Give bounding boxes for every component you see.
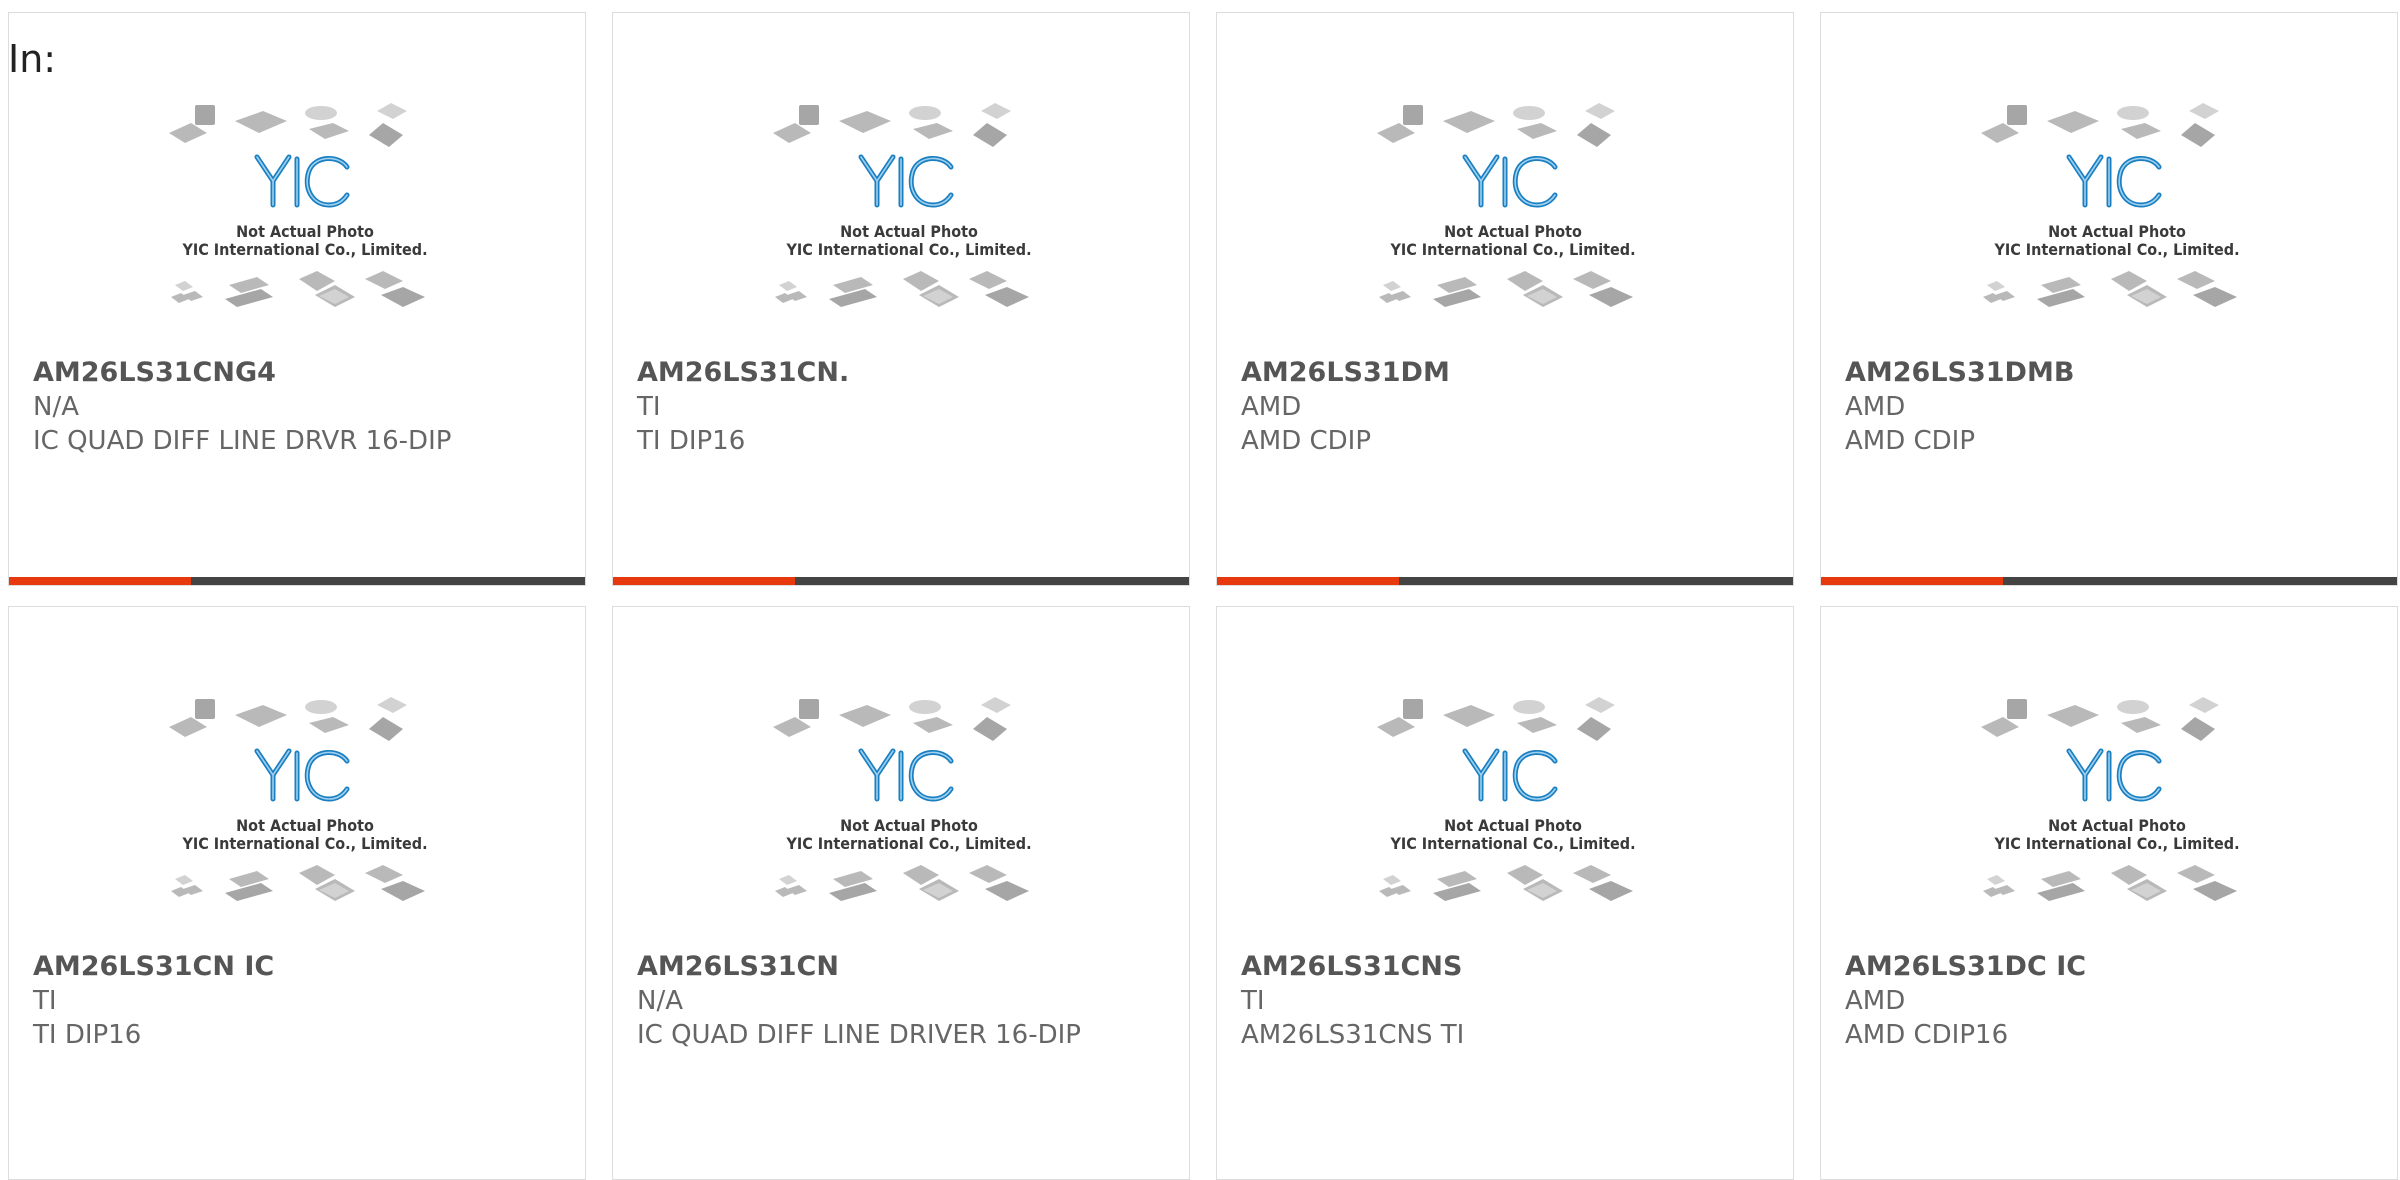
card-bottom-bar (613, 577, 1189, 585)
yic-logo-icon (858, 154, 954, 208)
placeholder-line-2: YIC International Co., Limited. (1389, 240, 1635, 259)
placeholder-line-2: YIC International Co., Limited. (181, 240, 427, 259)
placeholder-line-2: YIC International Co., Limited. (785, 240, 1031, 259)
product-photo-placeholder: Not Actual Photo YIC International Co., … (1981, 103, 2240, 307)
product-description: TI DIP16 (33, 1020, 142, 1050)
product-grid: Not Actual Photo YIC International Co., … (8, 12, 2400, 1180)
product-info: AM26LS31DMB AMD AMD CDIP (1845, 356, 2373, 458)
placeholder-line-2: YIC International Co., Limited. (1389, 834, 1635, 853)
product-card[interactable]: Not Actual Photo YIC International Co., … (8, 606, 586, 1180)
chip-cluster-top-icon (169, 697, 407, 741)
product-part-number[interactable]: AM26LS31DM (1241, 356, 1769, 390)
product-part-number[interactable]: AM26LS31CNS (1241, 950, 1769, 984)
product-manufacturer: AMD (1241, 392, 1302, 422)
yic-logo-icon (1462, 154, 1558, 208)
in-label: In: (8, 37, 57, 81)
placeholder-line-2: YIC International Co., Limited. (1993, 240, 2239, 259)
placeholder-line-1: Not Actual Photo (1444, 816, 1582, 835)
chip-cluster-top-icon (169, 103, 407, 147)
product-description: IC QUAD DIFF LINE DRIVER 16-DIP (637, 1020, 1081, 1050)
product-description: TI DIP16 (637, 426, 746, 456)
card-accent-bar (613, 577, 795, 585)
chip-cluster-bottom-icon (1379, 271, 1633, 307)
placeholder-line-1: Not Actual Photo (2048, 816, 2186, 835)
product-photo-placeholder: Not Actual Photo YIC International Co., … (169, 103, 428, 307)
chip-cluster-top-icon (1377, 103, 1615, 147)
card-accent-bar (1821, 577, 2003, 585)
chip-cluster-top-icon (773, 697, 1011, 741)
product-part-number[interactable]: AM26LS31CNG4 (33, 356, 561, 390)
product-part-number[interactable]: AM26LS31DMB (1845, 356, 2373, 390)
product-manufacturer: AMD (1845, 986, 1906, 1016)
card-bottom-bar (1217, 577, 1793, 585)
product-card[interactable]: Not Actual Photo YIC International Co., … (612, 606, 1190, 1180)
chip-cluster-bottom-icon (1379, 865, 1633, 901)
card-bottom-bar (1821, 577, 2397, 585)
product-description: AM26LS31CNS TI (1241, 1020, 1465, 1050)
chip-cluster-top-icon (773, 103, 1011, 147)
yic-logo-icon (1462, 748, 1558, 802)
chip-cluster-top-icon (1981, 103, 2219, 147)
chip-cluster-bottom-icon (775, 865, 1029, 901)
chip-cluster-top-icon (1981, 697, 2219, 741)
product-photo-placeholder: Not Actual Photo YIC International Co., … (1981, 697, 2240, 901)
card-accent-bar (9, 577, 191, 585)
product-description: AMD CDIP16 (1845, 1020, 2009, 1050)
placeholder-line-1: Not Actual Photo (840, 222, 978, 241)
product-info: AM26LS31DC IC AMD AMD CDIP16 (1845, 950, 2373, 1052)
placeholder-line-1: Not Actual Photo (840, 816, 978, 835)
product-part-number[interactable]: AM26LS31CN (637, 950, 1165, 984)
product-info: AM26LS31CN IC TI TI DIP16 (33, 950, 561, 1052)
product-photo-placeholder: Not Actual Photo YIC International Co., … (1377, 697, 1636, 901)
product-manufacturer: N/A (33, 392, 79, 422)
product-manufacturer: TI (1241, 986, 1265, 1016)
product-part-number[interactable]: AM26LS31CN IC (33, 950, 561, 984)
placeholder-line-1: Not Actual Photo (236, 816, 374, 835)
product-card[interactable]: Not Actual Photo YIC International Co., … (8, 12, 586, 586)
product-manufacturer: TI (33, 986, 57, 1016)
product-manufacturer: TI (637, 392, 661, 422)
chip-cluster-bottom-icon (171, 865, 425, 901)
chip-cluster-bottom-icon (775, 271, 1029, 307)
product-info: AM26LS31CNG4 N/A IC QUAD DIFF LINE DRVR … (33, 356, 561, 458)
product-manufacturer: AMD (1845, 392, 1906, 422)
yic-logo-icon (2066, 154, 2162, 208)
product-card[interactable]: Not Actual Photo YIC International Co., … (1820, 12, 2398, 586)
placeholder-line-1: Not Actual Photo (236, 222, 374, 241)
placeholder-line-1: Not Actual Photo (1444, 222, 1582, 241)
product-card[interactable]: Not Actual Photo YIC International Co., … (612, 12, 1190, 586)
chip-cluster-bottom-icon (1983, 271, 2237, 307)
chip-cluster-bottom-icon (171, 271, 425, 307)
product-photo-placeholder: Not Actual Photo YIC International Co., … (773, 697, 1032, 901)
product-info: AM26LS31CN N/A IC QUAD DIFF LINE DRIVER … (637, 950, 1165, 1052)
product-description: IC QUAD DIFF LINE DRVR 16-DIP (33, 426, 452, 456)
product-photo-placeholder: Not Actual Photo YIC International Co., … (1377, 103, 1636, 307)
product-info: AM26LS31DM AMD AMD CDIP (1241, 356, 1769, 458)
placeholder-line-2: YIC International Co., Limited. (785, 834, 1031, 853)
product-part-number[interactable]: AM26LS31CN. (637, 356, 1165, 390)
yic-logo-icon (858, 748, 954, 802)
placeholder-line-2: YIC International Co., Limited. (1993, 834, 2239, 853)
placeholder-line-2: YIC International Co., Limited. (181, 834, 427, 853)
placeholder-line-1: Not Actual Photo (2048, 222, 2186, 241)
yic-logo-icon (254, 154, 350, 208)
product-info: AM26LS31CN. TI TI DIP16 (637, 356, 1165, 458)
chip-cluster-bottom-icon (1983, 865, 2237, 901)
product-info: AM26LS31CNS TI AM26LS31CNS TI (1241, 950, 1769, 1052)
product-photo-placeholder: Not Actual Photo YIC International Co., … (773, 103, 1032, 307)
yic-logo-icon (2066, 748, 2162, 802)
product-description: AMD CDIP (1845, 426, 1976, 456)
product-card[interactable]: Not Actual Photo YIC International Co., … (1820, 606, 2398, 1180)
product-description: AMD CDIP (1241, 426, 1372, 456)
product-part-number[interactable]: AM26LS31DC IC (1845, 950, 2373, 984)
product-card[interactable]: Not Actual Photo YIC International Co., … (1216, 606, 1794, 1180)
card-accent-bar (1217, 577, 1399, 585)
card-bottom-bar (9, 577, 585, 585)
product-card[interactable]: Not Actual Photo YIC International Co., … (1216, 12, 1794, 586)
chip-cluster-top-icon (1377, 697, 1615, 741)
yic-logo-icon (254, 748, 350, 802)
product-photo-placeholder: Not Actual Photo YIC International Co., … (169, 697, 428, 901)
product-manufacturer: N/A (637, 986, 683, 1016)
